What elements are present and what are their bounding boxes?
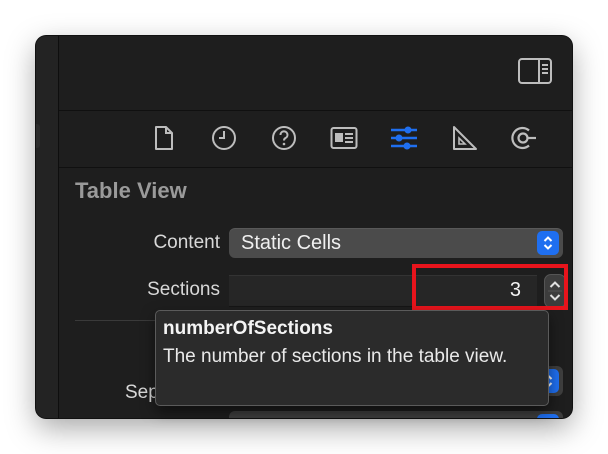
sections-stepper[interactable]: [544, 274, 566, 308]
content-label: Content: [153, 232, 220, 253]
tooltip: numberOfSections The number of sections …: [155, 310, 549, 406]
inspector-tab-bar: [59, 111, 572, 168]
tooltip-body: The number of sections in the table view…: [163, 346, 508, 367]
chevron-updown-icon: [537, 414, 559, 418]
chevron-updown-icon: [537, 231, 559, 255]
attributes-inspector-icon[interactable]: [389, 123, 419, 153]
sections-field[interactable]: 3: [229, 275, 537, 307]
left-editor-edge: [36, 36, 59, 418]
section-title: Table View: [75, 178, 187, 203]
tooltip-title: numberOfSections: [163, 318, 333, 339]
history-inspector-icon[interactable]: [209, 123, 239, 153]
separator-popup[interactable]: [229, 411, 563, 418]
toolbar: [59, 36, 572, 111]
identity-inspector-icon[interactable]: [329, 123, 359, 153]
content-popup[interactable]: Static Cells: [229, 228, 563, 258]
content-popup-value: Static Cells: [241, 232, 342, 254]
file-inspector-icon[interactable]: [149, 123, 179, 153]
connections-inspector-icon[interactable]: [509, 123, 539, 153]
size-inspector-icon[interactable]: [449, 123, 479, 153]
separator-label: Sep: [125, 382, 159, 403]
sections-label: Sections: [147, 279, 220, 300]
toggle-inspector-icon[interactable]: [518, 58, 552, 84]
edge-handle: [36, 124, 40, 148]
sections-value: 3: [509, 279, 521, 301]
quick-help-icon[interactable]: [269, 123, 299, 153]
